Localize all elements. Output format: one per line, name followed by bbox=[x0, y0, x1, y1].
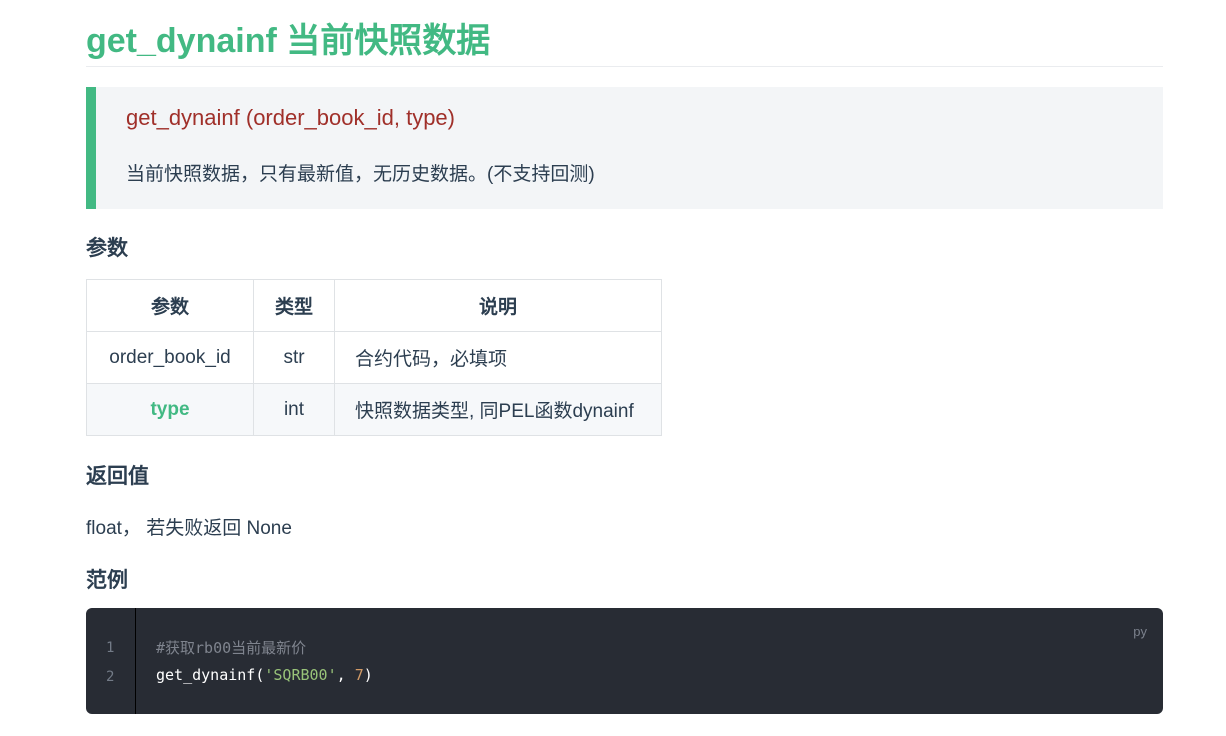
param-name-link[interactable]: type bbox=[86, 383, 254, 436]
params-table: 参数 类型 说明 order_book_id str 合约代码，必填项 type… bbox=[86, 279, 662, 436]
line-number-gutter bbox=[86, 608, 136, 714]
param-description: 合约代码，必填项 bbox=[334, 331, 662, 384]
param-type: int bbox=[253, 383, 335, 436]
code-close-paren: ) bbox=[363, 666, 373, 684]
return-value-text: float， 若失败返回 None bbox=[86, 518, 292, 539]
params-heading: 参数 bbox=[86, 237, 128, 260]
param-type: str bbox=[253, 331, 335, 384]
return-heading: 返回值 bbox=[86, 465, 149, 488]
code-line-call: get_dynainf('SQRB00', 7) bbox=[156, 666, 373, 684]
function-signature: get_dynainf (order_book_id, type) bbox=[126, 105, 455, 130]
function-description: 当前快照数据，只有最新值，无历史数据。(不支持回测) bbox=[126, 164, 595, 185]
table-header-row: 参数 类型 说明 bbox=[86, 279, 662, 332]
line-number: 2 bbox=[106, 669, 115, 685]
code-string: 'SQRB00' bbox=[264, 666, 337, 684]
code-number: 7 bbox=[354, 666, 364, 684]
code-function: get_dynainf( bbox=[156, 666, 265, 684]
code-block[interactable]: 1 2 #获取rb00当前最新价 get_dynainf('SQRB00', 7… bbox=[86, 608, 1163, 714]
doc-page: get_dynainf 当前快照数据 get_dynainf (order_bo… bbox=[0, 0, 1226, 736]
table-row: type int 快照数据类型, 同PEL函数dynainf bbox=[86, 383, 662, 436]
param-description: 快照数据类型, 同PEL函数dynainf bbox=[334, 383, 662, 436]
code-comment: #获取rb00当前最新价 bbox=[156, 639, 307, 657]
header-type: 类型 bbox=[253, 279, 335, 332]
code-separator: , bbox=[336, 666, 355, 684]
param-name: order_book_id bbox=[86, 331, 254, 384]
table-row: order_book_id str 合约代码，必填项 bbox=[86, 331, 662, 384]
line-number: 1 bbox=[106, 640, 115, 656]
header-description: 说明 bbox=[334, 279, 662, 332]
code-line-comment: #获取rb00当前最新价 bbox=[156, 637, 306, 658]
page-title: get_dynainf 当前快照数据 bbox=[86, 18, 1163, 67]
example-heading: 范例 bbox=[86, 569, 128, 592]
signature-blockquote: get_dynainf (order_book_id, type) 当前快照数据… bbox=[86, 87, 1163, 209]
header-param: 参数 bbox=[86, 279, 254, 332]
code-language-label: py bbox=[1133, 624, 1147, 639]
